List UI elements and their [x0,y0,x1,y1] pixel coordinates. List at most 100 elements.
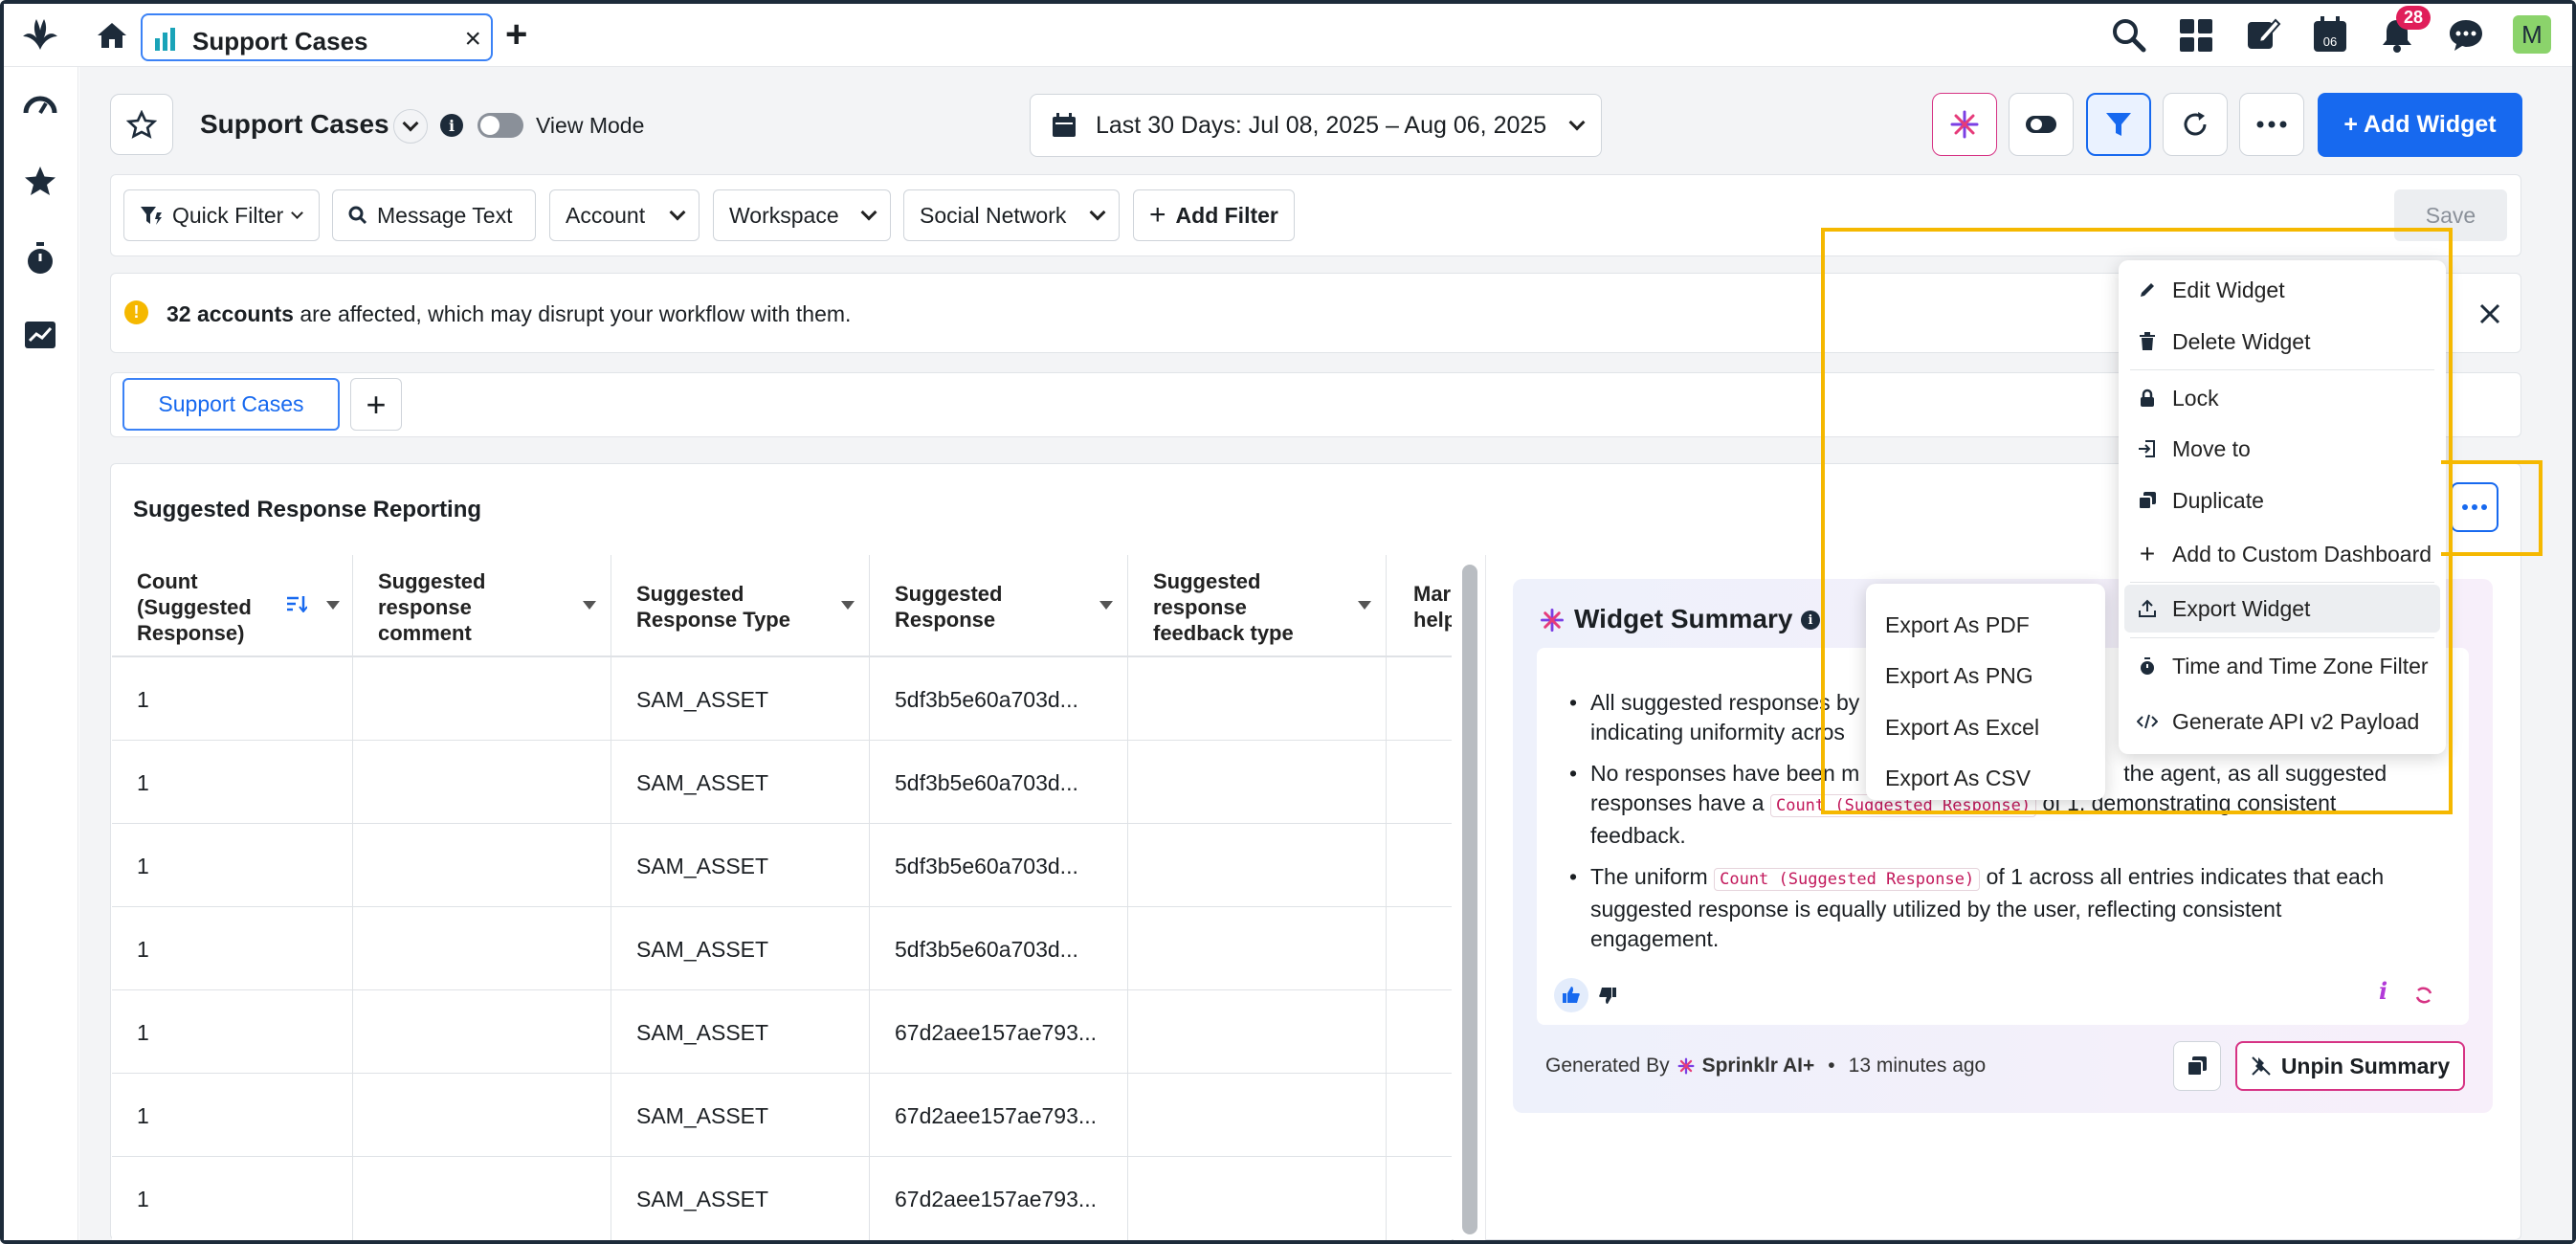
ai-sparkle-icon [1950,110,1979,139]
home-icon[interactable] [96,21,128,50]
subtab-support-cases[interactable]: Support Cases [122,378,340,431]
table-cell-count: 1 [112,824,353,908]
filter-button[interactable] [2086,93,2151,156]
refresh-icon [2184,112,2207,136]
column-menu-icon[interactable] [1358,601,1371,610]
quick-filter-button[interactable]: Quick Filter [123,189,320,241]
more-options-button[interactable] [2239,93,2304,156]
table-row[interactable]: 1 SAM_ASSET 5df3b5e60a703d... [112,906,1452,991]
regenerate-icon[interactable] [2413,985,2434,1006]
quick-filter-icon [141,207,162,225]
summary-bullet-1a: All suggested responses by [1590,690,1860,715]
table-header: Count (Suggested Response) Suggested res… [112,555,1452,656]
column-header-type[interactable]: Suggested Response Type [611,555,870,656]
column-header-marked-helpful[interactable]: Marl help [1387,555,1452,656]
date-range-picker[interactable]: Last 30 Days: Jul 08, 2025 – Aug 06, 202… [1030,94,1602,157]
table-cell-response: 67d2aee157ae793... [870,1074,1128,1158]
copy-button[interactable] [2173,1041,2221,1091]
table-row[interactable]: 1 SAM_ASSET 67d2aee157ae793... [112,989,1452,1075]
chat-icon[interactable] [2448,17,2484,54]
sort-descending-icon[interactable] [286,595,307,612]
favorite-button[interactable] [110,94,173,155]
column-header-response[interactable]: Suggested Response [870,555,1128,656]
column-menu-icon[interactable] [841,601,855,610]
chevron-down-icon [669,204,686,221]
summary-bullet-2e: feedback. [1590,823,1686,848]
summary-bullet-1b: indicating uniformity acros [1590,720,1845,744]
table-row[interactable]: 1 SAM_ASSET 67d2aee157ae793... [112,1156,1452,1240]
avatar[interactable]: M [2513,15,2551,54]
star-icon[interactable] [23,165,57,197]
table-cell-comment [353,657,611,742]
account-filter[interactable]: Account [549,189,700,241]
search-icon[interactable] [2111,17,2147,54]
close-icon[interactable] [2478,302,2501,325]
column-header-comment[interactable]: Suggested response comment [353,555,611,656]
affected-accounts-count: 32 accounts [167,301,294,326]
sprinklr-logo-icon[interactable] [19,15,61,54]
column-menu-icon[interactable] [326,601,340,610]
table-cell-comment [353,741,611,825]
table-cell-type: SAM_ASSET [611,907,870,991]
table-row[interactable]: 1 SAM_ASSET 67d2aee157ae793... [112,1073,1452,1158]
notification-count-badge: 28 [2396,6,2432,30]
dashboard-dropdown-button[interactable] [393,109,428,144]
close-tab-icon[interactable]: × [464,23,481,56]
account-filter-label: Account [566,202,646,228]
add-subtab-button[interactable]: + [350,378,402,431]
theme-toggle-button[interactable] [2009,93,2074,156]
thumbs-up-button[interactable] [1554,978,1588,1012]
top-bar: Support Cases × + 06 28 M [4,4,2572,67]
social-network-filter[interactable]: Social Network [903,189,1120,241]
table-cell-response: 5df3b5e60a703d... [870,907,1128,991]
more-horizontal-icon [2256,121,2287,128]
brand-name: Sprinklr AI+ [1701,1055,1815,1077]
table-scrollbar-thumb[interactable] [1462,565,1477,1234]
gauge-icon[interactable] [23,94,57,117]
table-row[interactable]: 1 SAM_ASSET 5df3b5e60a703d... [112,740,1452,825]
table-row[interactable]: 1 SAM_ASSET 5df3b5e60a703d... [112,823,1452,908]
timer-icon[interactable] [25,241,56,276]
dashboard-title: Support Cases [200,109,389,139]
ai-sparkle-button[interactable] [1932,93,1997,156]
info-icon[interactable]: i [440,114,463,137]
table-cell-response: 5df3b5e60a703d... [870,741,1128,825]
column-menu-icon[interactable] [1099,601,1113,610]
ai-sparkle-icon [1541,609,1564,632]
refresh-button[interactable] [2163,93,2228,156]
add-filter-button[interactable]: + Add Filter [1133,189,1295,241]
column-header-count[interactable]: Count (Suggested Response) [112,555,353,656]
report-chart-icon[interactable] [23,320,57,350]
table-cell-type: SAM_ASSET [611,1074,870,1158]
summary-code-chip: Count (Suggested Response) [1714,868,1981,891]
calendar-icon[interactable]: 06 [2312,15,2348,54]
table-row[interactable]: 1 SAM_ASSET 5df3b5e60a703d... [112,656,1452,742]
tab-support-cases[interactable]: Support Cases × [141,13,493,61]
table-cell-type: SAM_ASSET [611,741,870,825]
italic-info-icon[interactable]: i [2379,977,2387,1005]
table-cell-comment [353,824,611,908]
compose-icon[interactable] [2245,16,2281,53]
highlight-box-more-button [2441,460,2543,556]
table-cell-count: 1 [112,657,353,742]
column-header-feedback-type[interactable]: Suggested response feedback type [1128,555,1387,656]
add-tab-icon[interactable]: + [505,13,527,56]
table-cell-response: 5df3b5e60a703d... [870,824,1128,908]
toggle-icon [2026,116,2056,133]
thumbs-down-icon[interactable] [1598,986,1617,1005]
unpin-summary-button[interactable]: Unpin Summary [2235,1041,2465,1091]
table-cell-comment [353,907,611,991]
view-mode-toggle[interactable] [477,113,523,138]
table-cell [1387,990,1452,1075]
message-text-filter[interactable]: Message Text [332,189,536,241]
chevron-down-icon [860,204,877,221]
summary-info-icon[interactable]: i [1801,611,1820,630]
apps-grid-icon[interactable] [2178,17,2214,54]
table-cell-feedback [1128,990,1387,1075]
workspace-filter[interactable]: Workspace [713,189,891,241]
column-menu-icon[interactable] [583,601,596,610]
summary-bullet-3b: of 1 across all entries indicates that e… [1986,864,2385,889]
add-widget-button[interactable]: + Add Widget [2318,93,2522,157]
filter-funnel-icon [2106,113,2131,136]
table-cell-feedback [1128,657,1387,742]
